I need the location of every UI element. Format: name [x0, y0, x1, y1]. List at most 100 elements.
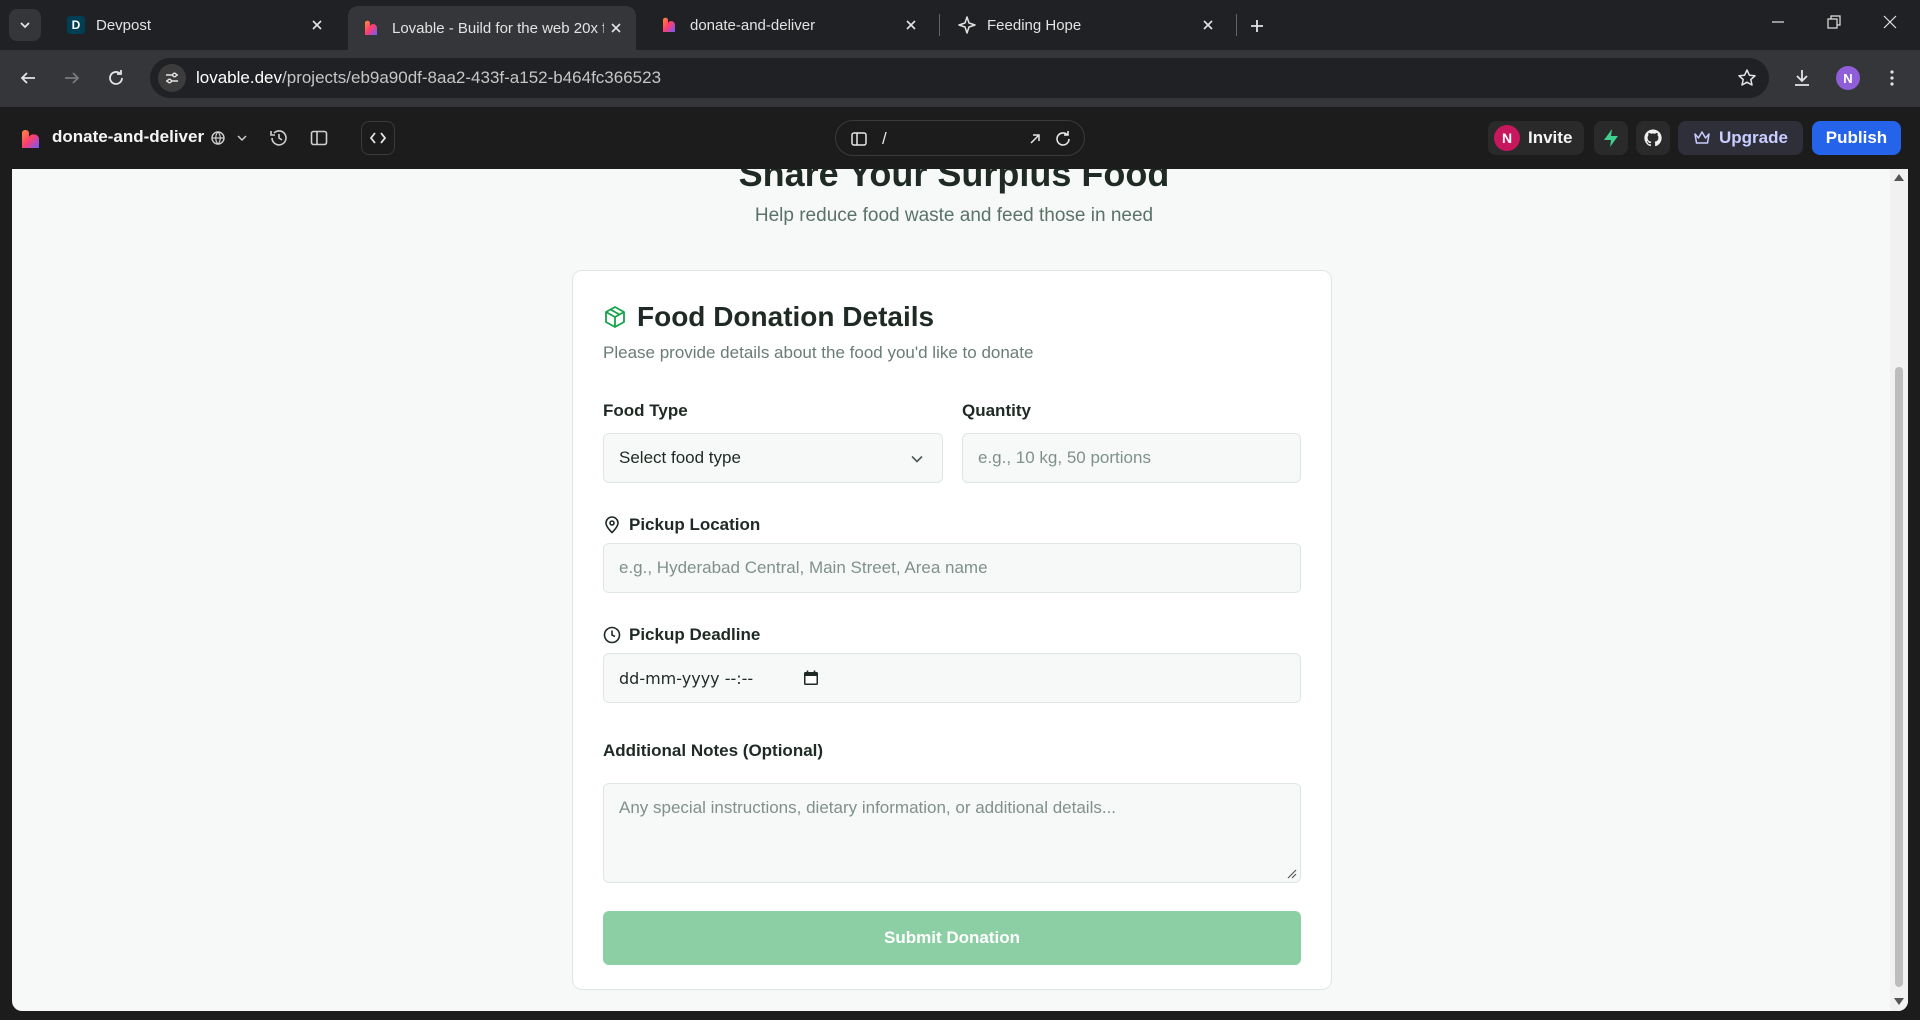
tab-devpost[interactable]: D Devpost: [52, 6, 337, 44]
tab-separator: [1236, 14, 1237, 36]
window-close-button[interactable]: [1862, 0, 1918, 44]
food-type-value: Select food type: [619, 448, 741, 467]
close-icon[interactable]: [899, 13, 923, 37]
notes-label: Additional Notes (Optional): [603, 741, 824, 760]
lovable-header: donate-and-deliver / N Invite Upgrade Pu…: [0, 107, 1920, 169]
close-icon: [1883, 15, 1897, 29]
pickup-deadline-input[interactable]: dd-mm-yyyy --:--: [603, 653, 1301, 703]
tab-donate-and-deliver[interactable]: donate-and-deliver: [646, 6, 931, 44]
external-link-icon[interactable]: [1027, 131, 1043, 147]
tab-feeding-hope[interactable]: Feeding Hope: [943, 6, 1228, 44]
refresh-icon[interactable]: [1054, 130, 1072, 148]
restore-icon: [1827, 15, 1841, 29]
donation-form-card: Food Donation Details Please provide det…: [572, 270, 1332, 990]
lovable-logo-icon: [22, 130, 39, 148]
upgrade-button[interactable]: Upgrade: [1678, 121, 1803, 155]
code-icon: [369, 132, 387, 144]
downloads-button[interactable]: [1786, 62, 1818, 94]
upgrade-label: Upgrade: [1719, 128, 1788, 147]
scrollbar[interactable]: [1890, 169, 1908, 1011]
reload-icon: [109, 70, 123, 85]
project-name[interactable]: donate-and-deliver: [52, 127, 204, 147]
scroll-up-arrow[interactable]: [1894, 174, 1904, 181]
pickup-location-input[interactable]: e.g., Hyderabad Central, Main Street, Ar…: [603, 543, 1301, 593]
close-icon[interactable]: [1196, 13, 1220, 37]
publish-button[interactable]: Publish: [1812, 121, 1901, 155]
quantity-placeholder: e.g., 10 kg, 50 portions: [978, 448, 1151, 467]
chevron-down-icon[interactable]: [230, 126, 254, 150]
sparkle-icon: [957, 15, 977, 35]
url-text: lovable.dev/projects/eb9a90df-8aa2-433f-…: [196, 68, 662, 87]
supabase-bolt-icon: [1604, 129, 1618, 147]
quantity-input[interactable]: e.g., 10 kg, 50 portions: [962, 433, 1301, 483]
package-icon: [605, 306, 625, 328]
forward-button[interactable]: [56, 62, 88, 94]
page-title: Share Your Surplus Food: [738, 169, 1170, 194]
site-info-icon[interactable]: [158, 64, 186, 92]
submit-donation-button[interactable]: Submit Donation: [603, 911, 1301, 965]
card-title: Food Donation Details: [637, 301, 935, 332]
profile-avatar[interactable]: N: [1836, 66, 1860, 90]
invite-label: Invite: [1528, 128, 1573, 147]
card-description: Please provide details about the food yo…: [603, 343, 1034, 362]
sidebar-toggle-icon[interactable]: [307, 126, 331, 150]
quantity-label: Quantity: [962, 401, 1031, 420]
page-icon: [851, 132, 867, 146]
avatar: N: [1494, 125, 1520, 151]
devpost-favicon: D: [66, 15, 86, 35]
bookmark-star-icon[interactable]: [1735, 66, 1759, 90]
minimize-icon: [1772, 21, 1784, 23]
pickup-deadline-label: Pickup Deadline: [603, 625, 760, 645]
github-icon: [1644, 129, 1662, 147]
food-type-select[interactable]: Select food type: [603, 433, 943, 483]
card-header: Food Donation Details: [603, 301, 934, 333]
scroll-thumb[interactable]: [1895, 367, 1903, 987]
arrow-right-icon: [65, 72, 80, 84]
pickup-deadline-value: dd-mm-yyyy --:--: [619, 668, 754, 688]
new-tab-button[interactable]: [1243, 12, 1271, 40]
food-type-label: Food Type: [603, 401, 688, 420]
preview-route-bar[interactable]: /: [835, 120, 1085, 156]
minimize-button[interactable]: [1750, 0, 1806, 44]
chevron-down-icon: [20, 22, 30, 29]
tab-title: Lovable - Build for the web 20x faster: [392, 19, 604, 37]
notes-placeholder: Any special instructions, dietary inform…: [619, 798, 1117, 817]
more-vertical-icon: [1890, 70, 1894, 86]
back-button[interactable]: [12, 62, 44, 94]
pickup-location-label: Pickup Location: [603, 515, 760, 535]
github-button[interactable]: [1636, 121, 1670, 155]
lovable-favicon: [362, 18, 382, 38]
app-preview: Share Your Surplus Food Help reduce food…: [12, 169, 1908, 1011]
resize-grip-icon[interactable]: [1287, 869, 1297, 879]
clock-icon: [603, 626, 621, 644]
scroll-down-arrow[interactable]: [1894, 998, 1904, 1005]
close-icon[interactable]: [305, 13, 329, 37]
reload-button[interactable]: [100, 62, 132, 94]
plus-icon: [1251, 20, 1263, 32]
address-bar[interactable]: lovable.dev/projects/eb9a90df-8aa2-433f-…: [150, 58, 1769, 98]
browser-tab-strip: D Devpost Lovable - Build for the web 20…: [0, 0, 1920, 50]
chevron-down-icon: [911, 455, 923, 463]
tab-lovable[interactable]: Lovable - Build for the web 20x faster: [348, 6, 636, 50]
invite-button[interactable]: N Invite: [1488, 121, 1584, 155]
preview-frame: Share Your Surplus Food Help reduce food…: [0, 169, 1920, 1020]
tab-separator: [939, 14, 940, 36]
code-view-button[interactable]: [361, 121, 395, 155]
browser-menu-button[interactable]: [1876, 62, 1908, 94]
pickup-location-placeholder: e.g., Hyderabad Central, Main Street, Ar…: [619, 558, 988, 577]
notes-textarea[interactable]: Any special instructions, dietary inform…: [603, 783, 1301, 883]
calendar-icon[interactable]: [802, 669, 820, 687]
tab-title: Devpost: [96, 16, 152, 34]
browser-toolbar: lovable.dev/projects/eb9a90df-8aa2-433f-…: [0, 50, 1920, 107]
restore-button[interactable]: [1806, 0, 1862, 44]
supabase-button[interactable]: [1594, 121, 1628, 155]
download-icon: [1795, 70, 1809, 86]
close-icon[interactable]: [604, 16, 628, 40]
page-subtitle: Help reduce food waste and feed those in…: [754, 205, 1154, 226]
tab-search-button[interactable]: [9, 9, 41, 41]
arrow-left-icon: [20, 72, 35, 84]
tab-title: donate-and-deliver: [690, 16, 816, 34]
crown-icon: [1694, 131, 1710, 144]
route-path[interactable]: /: [882, 129, 887, 149]
history-icon[interactable]: [267, 126, 291, 150]
